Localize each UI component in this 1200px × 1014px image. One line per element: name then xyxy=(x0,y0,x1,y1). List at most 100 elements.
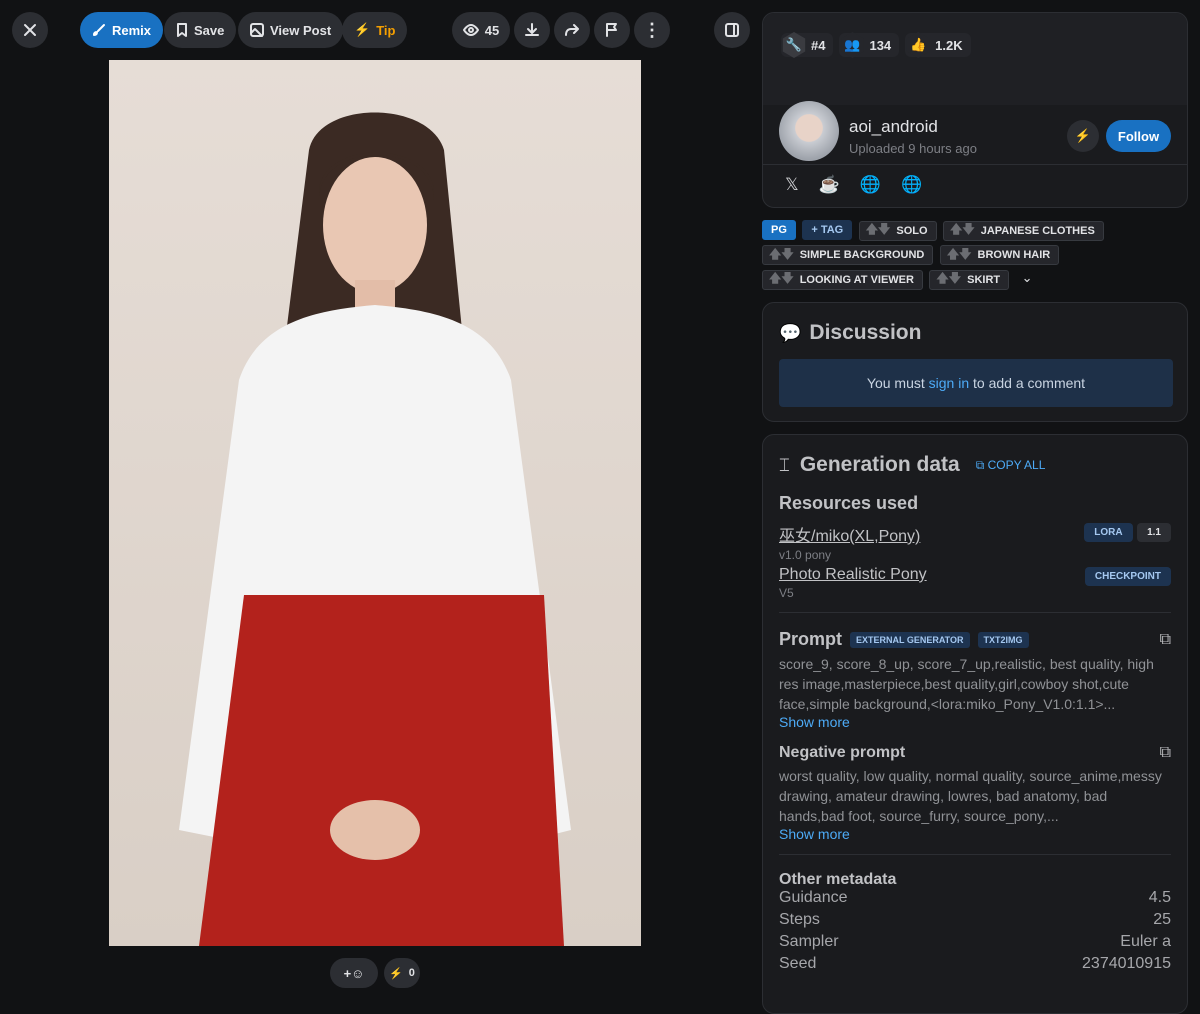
tag-item[interactable]: 🡅🡇 LOOKING AT VIEWER xyxy=(762,269,923,290)
brush-icon xyxy=(92,23,106,37)
x-twitter-icon[interactable]: 𝕏 xyxy=(785,175,799,195)
report-button[interactable] xyxy=(594,12,630,48)
expand-tags-chevron-icon[interactable]: ⌄ xyxy=(1022,270,1033,285)
copy-all-button[interactable]: ⧉ COPY ALL xyxy=(976,458,1046,473)
more-button[interactable]: ⋮ xyxy=(634,12,670,48)
meta-value: Euler a xyxy=(1120,933,1171,950)
save-button[interactable]: Save xyxy=(164,12,237,48)
coffee-icon[interactable]: ☕ xyxy=(819,175,840,195)
tip-reaction-button[interactable]: ⚡ 0 xyxy=(384,958,420,988)
metadata-row: Steps 25 xyxy=(779,911,1171,933)
tag-label: SOLO xyxy=(896,224,928,237)
bolt-icon: ⚡ xyxy=(389,967,403,980)
tag-label: SIMPLE BACKGROUND xyxy=(799,249,925,261)
resource-version: v1.0 pony xyxy=(779,548,832,562)
bolt-icon: ⚡ xyxy=(354,22,371,37)
sign-in-notice: You must sign in to add a comment xyxy=(779,359,1173,407)
discussion-title: Discussion xyxy=(809,321,922,344)
rating-badge[interactable]: PG xyxy=(762,220,796,240)
thumb-up-icon: 👍 xyxy=(906,32,930,58)
sign-in-link[interactable]: sign in xyxy=(929,375,969,391)
vote-arrows-icon[interactable]: 🡅🡇 xyxy=(947,245,972,266)
show-more-prompt[interactable]: Show more xyxy=(779,714,1171,730)
tag-item[interactable]: 🡅🡇 JAPANESE CLOTHES xyxy=(943,220,1104,241)
avatar[interactable] xyxy=(779,101,839,161)
negative-prompt-title: Negative prompt xyxy=(779,744,906,761)
rank-badge: 🔧 #4 xyxy=(781,32,834,58)
metadata-row: Guidance 4.5 xyxy=(779,889,1171,911)
download-icon xyxy=(525,23,539,37)
download-button[interactable] xyxy=(514,12,550,48)
show-more-negative[interactable]: Show more xyxy=(779,826,1171,855)
resource-item: 巫女/miko(XL,Pony) v1.0 pony LORA 1.1 xyxy=(779,522,1171,562)
sidebar-icon xyxy=(725,23,739,37)
meta-value: 2374010915 xyxy=(1082,955,1171,972)
stats-row: 🔧 #4 👥 134 👍 1.2K xyxy=(781,32,977,58)
resource-weight-badge: 1.1 xyxy=(1137,523,1171,542)
resources-title: Resources used xyxy=(779,493,919,513)
upload-time: Uploaded 9 hours ago xyxy=(849,141,977,156)
txt2img-badge: TXT2IMG xyxy=(977,631,1029,648)
followers-value: 134 xyxy=(869,37,892,53)
generation-title: Generation data xyxy=(799,453,960,476)
globe-icon[interactable]: 🌐 xyxy=(860,175,881,195)
vote-arrows-icon[interactable]: 🡅🡇 xyxy=(866,220,891,241)
tag-list: PG + TAG 🡅🡇 SOLO 🡅🡇 JAPANESE CLOTHES 🡅🡇 SIM… xyxy=(762,220,1188,294)
vote-arrows-icon[interactable]: 🡅🡇 xyxy=(950,220,975,241)
eye-icon xyxy=(462,24,479,36)
external-generator-badge: EXTERNAL GENERATOR xyxy=(850,631,970,648)
add-tag-button[interactable]: + TAG xyxy=(802,220,853,240)
remix-button[interactable]: Remix xyxy=(80,12,164,48)
resource-type-badge: LORA xyxy=(1084,523,1133,542)
close-icon xyxy=(23,23,37,37)
photo-icon xyxy=(250,23,264,37)
meta-value: 25 xyxy=(1153,911,1171,928)
other-metadata-title: Other metadata xyxy=(779,871,897,888)
negative-prompt-text: worst quality, low quality, normal quali… xyxy=(779,768,1162,824)
tag-item[interactable]: 🡅🡇 BROWN HAIR xyxy=(939,245,1060,266)
copy-icon[interactable]: ⧉ xyxy=(1160,744,1171,762)
vote-arrows-icon[interactable]: 🡅🡇 xyxy=(769,269,794,290)
bookmark-icon xyxy=(176,23,188,37)
tag-item[interactable]: 🡅🡇 SOLO xyxy=(858,220,937,241)
main-image[interactable] xyxy=(109,60,641,946)
close-button[interactable] xyxy=(12,12,48,48)
tip-button[interactable]: ⚡ Tip xyxy=(342,12,408,48)
tip-label: Tip xyxy=(376,22,396,38)
tag-label: SKIRT xyxy=(967,273,1001,286)
resource-link[interactable]: Photo Realistic Pony xyxy=(779,566,927,584)
tag-item[interactable]: 🡅🡇 SKIRT xyxy=(929,269,1010,290)
prompt-title: Prompt xyxy=(779,629,842,649)
resource-version: V5 xyxy=(779,586,794,600)
follow-button[interactable]: Follow xyxy=(1106,120,1171,152)
metadata-row: Seed 2374010915 xyxy=(779,955,1171,977)
globe-icon[interactable]: 🌐 xyxy=(901,175,922,195)
save-label: Save xyxy=(194,22,225,38)
metadata-row: Sampler Euler a xyxy=(779,933,1171,955)
view-post-button[interactable]: View Post xyxy=(238,12,344,48)
resource-link[interactable]: 巫女/miko(XL,Pony) xyxy=(779,522,920,546)
toggle-sidebar-button[interactable] xyxy=(714,12,750,48)
flag-icon xyxy=(605,23,619,37)
tag-item[interactable]: 🡅🡇 SIMPLE BACKGROUND xyxy=(762,245,934,266)
followers-badge: 👥 134 xyxy=(839,32,900,58)
discussion-card: 💬 Discussion You must sign in to add a co… xyxy=(762,302,1188,422)
share-button[interactable] xyxy=(554,12,590,48)
vote-arrows-icon[interactable]: 🡅🡇 xyxy=(769,245,794,266)
messages-icon: 💬 xyxy=(779,322,802,343)
vote-arrows-icon[interactable]: 🡅🡇 xyxy=(936,269,961,290)
share-icon xyxy=(565,23,579,37)
views-button[interactable]: 45 xyxy=(452,12,510,48)
meta-key: Seed xyxy=(779,955,817,972)
views-count: 45 xyxy=(484,22,500,38)
tip-creator-button[interactable]: ⚡ xyxy=(1067,120,1099,152)
meta-value: 4.5 xyxy=(1148,889,1171,906)
tag-label: LOOKING AT VIEWER xyxy=(799,273,914,286)
likes-value: 1.2K xyxy=(935,37,963,53)
creator-card: 🔧 #4 👥 134 👍 1.2K aoi_android Uploaded 9 ho… xyxy=(762,12,1188,208)
add-reaction-button[interactable]: +☺ xyxy=(330,958,378,988)
meta-key: Sampler xyxy=(779,933,839,950)
users-icon: 👥 xyxy=(841,32,864,58)
copy-icon[interactable]: ⧉ xyxy=(1160,631,1171,649)
username[interactable]: aoi_android xyxy=(849,117,938,137)
